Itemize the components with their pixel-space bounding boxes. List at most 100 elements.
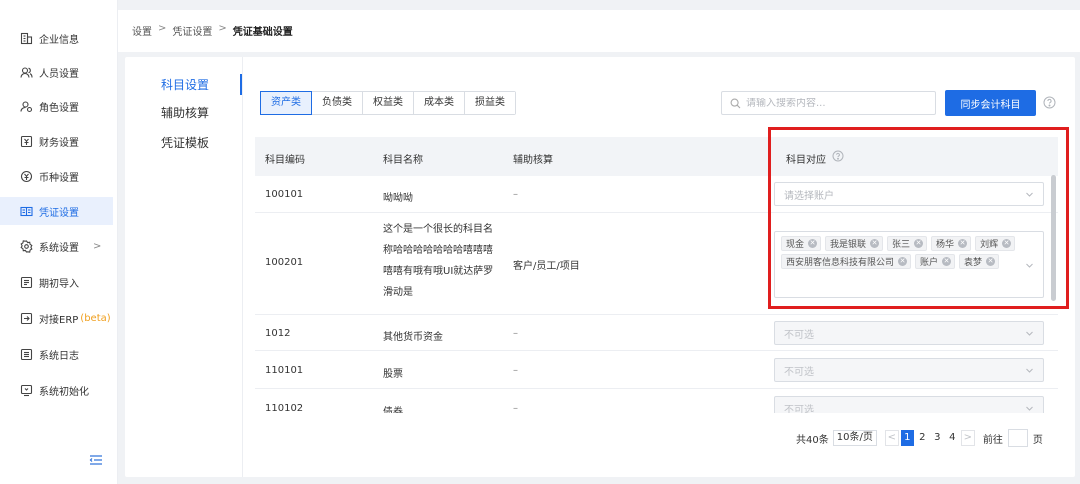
account-select[interactable]: 请选择账户	[774, 182, 1044, 206]
settings-icon	[20, 239, 33, 253]
remove-chip-icon[interactable]: ✕	[986, 257, 996, 266]
chevron-down-icon	[1025, 404, 1034, 413]
main-panel: 科目设置 辅助核算 凭证模板 资产类 负债类 权益类 成本类 损益类 同步会计科…	[125, 57, 1075, 477]
chip-label: 现金	[786, 240, 805, 250]
page-4[interactable]: 4	[946, 430, 959, 446]
account-select-disabled: 不可选	[774, 321, 1044, 345]
name-line: 这个是一个很长的科目名	[383, 224, 493, 235]
cell-code: 110102	[265, 403, 304, 413]
sidebar-item-opening-import[interactable]: 期初导入	[20, 272, 79, 292]
cell-name: 其他货币资金	[383, 332, 443, 343]
select-placeholder: 请选择账户	[784, 190, 834, 202]
sidebar-item-staff[interactable]: 人员设置	[20, 62, 79, 82]
accounts-table: 科目编码 科目名称 辅助核算 科目对应 100101 呦呦呦 – 请选择账户 1…	[255, 137, 1058, 413]
chevron-down-icon	[1025, 261, 1034, 270]
sync-accounts-button[interactable]: 同步会计科目	[945, 90, 1036, 116]
chip-label: 西安朋客信息科技有限公司	[786, 258, 895, 268]
subnav-auxiliary-accounting[interactable]: 辅助核算	[161, 104, 209, 121]
sidebar-item-label: 期初导入	[39, 278, 79, 290]
table-scrollbar[interactable]	[1051, 175, 1056, 301]
sidebar-item-label: 系统初始化	[39, 386, 89, 398]
sidebar-item-label: 对接ERP	[39, 314, 79, 326]
page-3[interactable]: 3	[931, 430, 944, 446]
search-input[interactable]	[746, 97, 926, 109]
account-chip: 刘辉 ✕	[975, 236, 1016, 251]
search-box	[721, 91, 936, 115]
account-select-disabled: 不可选	[774, 358, 1044, 382]
remove-chip-icon[interactable]: ✕	[958, 239, 968, 248]
chip-label: 袁梦	[964, 258, 983, 268]
sidebar-item-label: 币种设置	[39, 172, 79, 184]
account-multi-select[interactable]: 现金 ✕ 我是银联 ✕ 张三 ✕ 杨华 ✕ 刘辉 ✕ 西安朋客信息科技有限公司 ✕ 账户 ✕ …	[774, 231, 1044, 298]
erp-icon	[20, 312, 33, 325]
tab-cost[interactable]: 成本类	[414, 92, 465, 114]
chip-label: 账户	[920, 258, 939, 268]
cell-auxiliary: –	[513, 365, 518, 376]
name-line: 称哈哈哈哈哈哈哈嘻嘻嘻	[383, 245, 493, 256]
breadcrumb-settings[interactable]: 设置	[132, 23, 152, 38]
cell-code: 100201	[265, 257, 304, 268]
chevron-right-icon: >	[93, 240, 102, 252]
topbar: 设置 > 凭证设置 > 凭证基础设置	[118, 10, 1080, 52]
finance-icon	[20, 135, 33, 148]
help-icon[interactable]	[1043, 96, 1056, 109]
table-row: 110102 债券 – 不可选	[255, 389, 1058, 413]
sidebar-item-system-init[interactable]: 系统初始化	[20, 380, 89, 400]
sidebar-item-currency[interactable]: 币种设置	[20, 166, 79, 186]
remove-chip-icon[interactable]: ✕	[898, 257, 908, 266]
cell-auxiliary: –	[513, 403, 518, 413]
remove-chip-icon[interactable]: ✕	[1002, 239, 1012, 248]
help-icon[interactable]	[832, 150, 844, 162]
voucher-icon	[20, 205, 33, 218]
sidebar-item-voucher[interactable]: 凭证设置	[0, 197, 113, 225]
collapse-menu-icon[interactable]	[88, 453, 104, 467]
remove-chip-icon[interactable]: ✕	[942, 257, 952, 266]
sidebar-item-roles[interactable]: 角色设置	[20, 96, 79, 116]
tab-liabilities[interactable]: 负债类	[312, 92, 363, 114]
breadcrumb-voucher-settings[interactable]: 凭证设置	[172, 23, 212, 38]
breadcrumb-separator: >	[158, 23, 167, 34]
goto-page-input[interactable]	[1007, 429, 1028, 447]
beta-badge: (beta)	[80, 312, 111, 324]
account-chip: 张三 ✕	[887, 236, 928, 251]
next-page-button[interactable]: >	[960, 430, 975, 446]
sidebar-item-label: 凭证设置	[39, 207, 79, 219]
tab-equity[interactable]: 权益类	[363, 92, 414, 114]
account-chip: 西安朋客信息科技有限公司 ✕	[781, 254, 912, 269]
remove-chip-icon[interactable]: ✕	[808, 239, 818, 248]
table-header: 科目编码 科目名称 辅助核算 科目对应	[255, 137, 1058, 176]
remove-chip-icon[interactable]: ✕	[914, 239, 924, 248]
sidebar-item-label: 系统日志	[39, 350, 79, 362]
select-placeholder: 不可选	[784, 404, 814, 414]
page-1[interactable]: 1	[900, 430, 914, 446]
name-line: 滑动是	[383, 287, 413, 298]
remove-chip-icon[interactable]: ✕	[870, 239, 880, 248]
subnav-account-settings[interactable]: 科目设置	[161, 76, 209, 93]
table-row: 110101 股票 – 不可选	[255, 351, 1058, 389]
tab-assets[interactable]: 资产类	[260, 91, 312, 115]
account-chip: 现金 ✕	[781, 236, 822, 251]
page-size-select[interactable]: 10条/页	[832, 430, 877, 446]
chevron-down-icon	[1025, 329, 1034, 338]
role-icon	[20, 100, 33, 113]
sidebar-item-erp[interactable]: 对接ERP (beta)	[20, 308, 111, 328]
sidebar-item-system-log[interactable]: 系统日志	[20, 344, 79, 364]
page-2[interactable]: 2	[916, 430, 929, 446]
tab-profit-loss[interactable]: 损益类	[465, 92, 515, 114]
subnav-voucher-template[interactable]: 凭证模板	[161, 134, 209, 151]
sidebar-item-label: 人员设置	[39, 68, 79, 80]
account-select-disabled: 不可选	[774, 396, 1044, 413]
category-tabs: 资产类 负债类 权益类 成本类 损益类	[260, 91, 516, 115]
cell-auxiliary: –	[513, 189, 518, 200]
sidebar-item-finance[interactable]: 财务设置	[20, 131, 79, 151]
sidebar-item-system-settings[interactable]: 系统设置 >	[20, 236, 101, 256]
chip-label: 杨华	[936, 240, 955, 250]
sidebar-item-company-info[interactable]: 企业信息	[20, 28, 79, 48]
header-name: 科目名称	[383, 155, 423, 166]
table-row: 1012 其他货币资金 – 不可选	[255, 315, 1058, 351]
chip-label: 张三	[892, 240, 911, 250]
prev-page-button[interactable]: <	[884, 430, 899, 446]
sub-navigation: 科目设置 辅助核算 凭证模板	[125, 57, 243, 477]
breadcrumb-current: 凭证基础设置	[232, 27, 293, 38]
cell-code: 100101	[265, 189, 304, 200]
